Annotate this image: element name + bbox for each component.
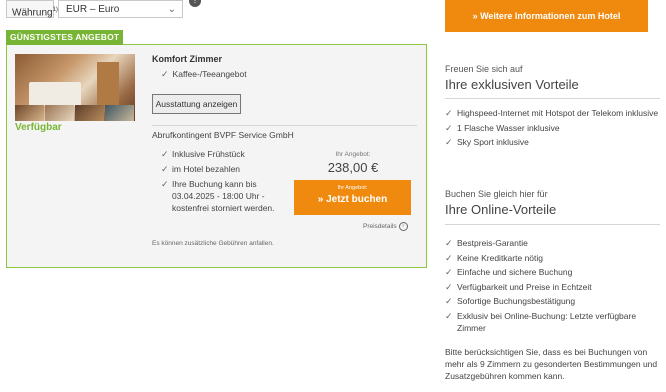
benefit-text: Einfache und sichere Buchung	[457, 267, 573, 277]
list-item: ✓ Keine Kreditkarte nötig	[445, 252, 660, 264]
price-value: 238,00 €	[327, 160, 379, 175]
room-thumbnail[interactable]	[105, 105, 134, 121]
offer-card: Verfügbar Komfort Zimmer ✓ Kaffee-/Teeang…	[6, 44, 427, 268]
availability-status: Verfügbar	[15, 122, 62, 133]
currency-selected-value: EUR – Euro	[66, 4, 120, 15]
room-thumbnail[interactable]	[45, 105, 74, 121]
condition-item: ✓ Ihre Buchung kann bis 03.04.2025 - 18:0…	[161, 178, 291, 214]
check-icon: ✓	[445, 281, 453, 292]
condition-text: im Hotel bezahlen	[172, 164, 241, 174]
divider	[152, 125, 417, 126]
room-feature: ✓ Kaffee-/Teeangebot	[161, 69, 247, 80]
list-item: ✓ Bestpreis-Garantie	[445, 237, 660, 249]
room-title: Komfort Zimmer	[152, 54, 223, 64]
price-details-label: Preisdetails	[363, 223, 397, 231]
condition-text: Inklusive Frühstück	[172, 149, 245, 159]
list-item: ✓ Sky Sport inklusive	[445, 136, 660, 148]
check-icon: ✓	[445, 137, 453, 147]
show-amenities-button[interactable]: Ausstattung anzeigen	[152, 94, 241, 114]
book-now-button[interactable]: Ihr Angebot: » Jetzt buchen	[294, 180, 411, 215]
more-hotel-info-button[interactable]: » Weitere Informationen zum Hotel	[445, 0, 648, 32]
benefit-text: Keine Kreditkarte nötig	[457, 252, 543, 263]
info-icon: i	[398, 222, 408, 231]
currency-select[interactable]: EUR – Euro ⌄	[58, 0, 183, 18]
room-thumbnail[interactable]	[15, 105, 44, 121]
divider	[445, 224, 660, 225]
book-button-label: » Jetzt buchen	[317, 194, 388, 205]
group-booking-note: Bitte berücksichtigen Sie, dass es bei B…	[445, 347, 658, 381]
benefit-text: Sky Sport inklusive	[457, 137, 529, 147]
list-item: ✓ Exklusiv bei Online-Buchung: Letzte ver…	[445, 310, 660, 334]
room-thumbnails	[15, 105, 134, 121]
condition-item: ✓ Inklusive Frühstück	[161, 148, 291, 160]
online-benefits-subtitle: Buchen Sie gleich hier für	[445, 189, 548, 199]
benefit-text: Verfügbarkeit und Preise in Echtzeit	[457, 281, 592, 292]
online-benefits-title: Ihre Online-Vorteile	[445, 202, 557, 217]
benefit-text: 1 Flasche Wasser inklusive	[457, 122, 560, 133]
online-benefits-list: ✓ Bestpreis-Garantie ✓ Keine Kreditkarte n…	[445, 237, 660, 336]
list-item: ✓ 1 Flasche Wasser inklusive	[445, 122, 660, 134]
divider	[445, 98, 660, 99]
check-icon: ✓	[445, 108, 453, 118]
check-icon: ✓	[445, 310, 453, 321]
benefit-text: Exklusiv bei Online-Buchung: Letzte verf…	[457, 310, 637, 333]
check-icon: ✓	[445, 267, 453, 277]
check-icon: ✓	[161, 69, 169, 79]
condition-text: Ihre Buchung kann bis 03.04.2025 - 18:00…	[172, 179, 275, 213]
benefit-text: Sofortige Buchungsbestätigung	[457, 296, 576, 306]
condition-item: ✓ im Hotel bezahlen	[161, 163, 291, 175]
booking-conditions: ✓ Inklusive Frühstück ✓ im Hotel bezahlen …	[161, 148, 291, 217]
check-icon: ✓	[161, 149, 169, 159]
price-label: Ihr Angebot:	[335, 151, 371, 158]
cheapest-offer-badge: GÜNSTIGSTES ANGEBOT	[6, 30, 124, 45]
benefit-text: Bestpreis-Garantie	[457, 238, 528, 248]
check-icon: ✓	[445, 296, 453, 306]
chevron-down-icon: ⌄	[167, 4, 176, 15]
book-button-caption: Ihr Angebot:	[337, 185, 368, 191]
info-icon[interactable]: !	[189, 0, 201, 7]
list-item: ✓ Verfügbarkeit und Preise in Echtzeit	[445, 281, 660, 293]
list-item: ✓ Sofortige Buchungsbestätigung	[445, 295, 660, 307]
price-details-link[interactable]: Preisdetails i	[363, 222, 408, 231]
check-icon: ✓	[161, 164, 169, 174]
room-feature-label: Kaffee-/Teeangebot	[172, 69, 247, 79]
check-icon: ✓	[161, 179, 169, 189]
check-icon: ✓	[445, 122, 453, 133]
additional-fees-note: Es können zusätzliche Gebühren anfallen.	[152, 240, 274, 247]
list-item: ✓ Einfache und sichere Buchung	[445, 266, 660, 278]
quota-label: Abrufkontingent BVPF Service GmbH	[152, 130, 294, 140]
check-icon: ✓	[445, 252, 453, 263]
check-icon: ✓	[445, 238, 453, 248]
currency-label: Währung1)	[6, 0, 58, 19]
list-item: ✓ Highspeed-Internet mit Hotspot der Tele…	[445, 107, 660, 119]
exclusive-benefits-subtitle: Freuen Sie sich auf	[445, 64, 523, 74]
exclusive-benefits-title: Ihre exklusiven Vorteile	[445, 77, 579, 92]
exclusive-benefits-list: ✓ Highspeed-Internet mit Hotspot der Tele…	[445, 107, 660, 151]
benefit-text: Highspeed-Internet mit Hotspot der Telek…	[457, 108, 659, 118]
currency-label-text: Währung	[12, 7, 53, 19]
room-thumbnail[interactable]	[75, 105, 104, 121]
